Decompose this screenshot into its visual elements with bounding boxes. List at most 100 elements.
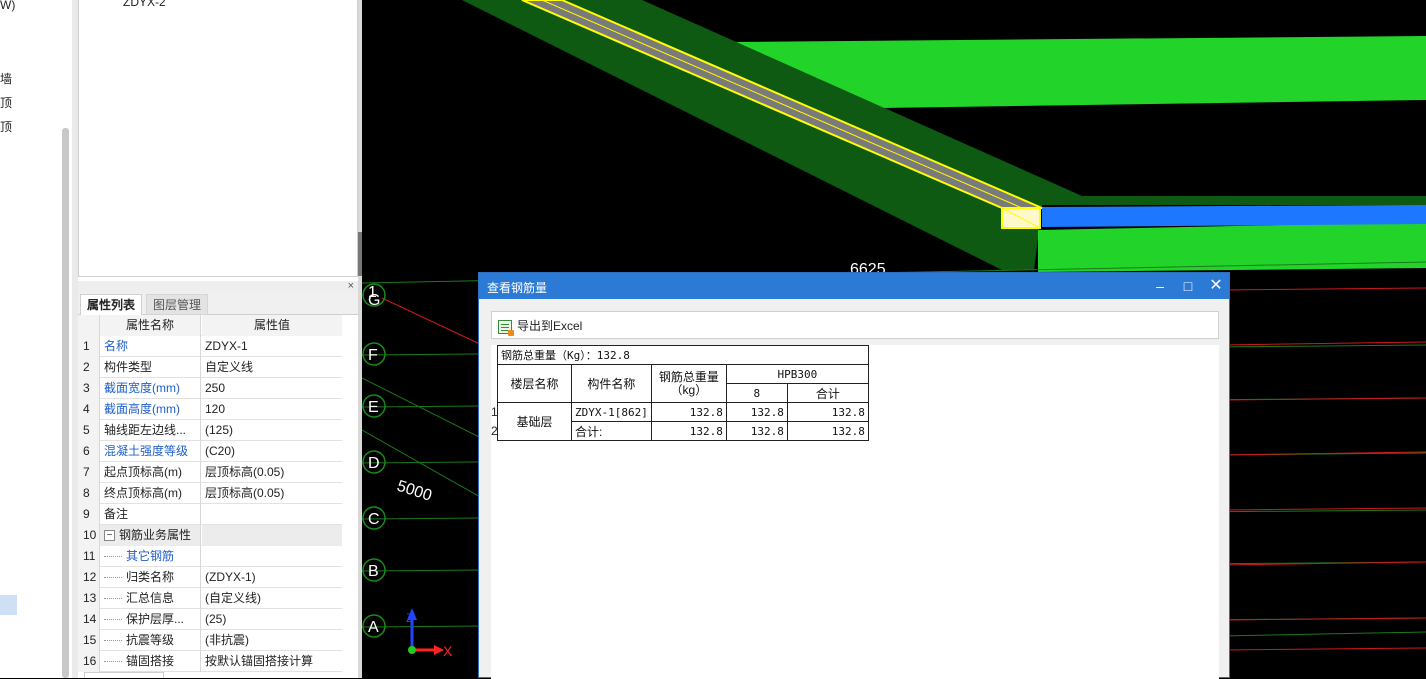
axis-marker-1[interactable]: 1 G	[362, 283, 386, 309]
nav-fragment[interactable]: 顶	[0, 94, 12, 111]
property-name-label: 保护层厚...	[126, 612, 185, 626]
nav-fragment[interactable]: 墙	[0, 70, 12, 87]
row-number: 15	[78, 630, 100, 651]
dialog-toolbar: 导出到Excel	[491, 311, 1219, 339]
nav-fragment[interactable]: 顶	[0, 118, 12, 135]
header-subtotal: 合计	[786, 383, 869, 403]
property-value[interactable]: 自定义线	[202, 357, 342, 378]
property-value[interactable]: (非抗震)	[202, 630, 342, 651]
svg-text:Z: Z	[406, 611, 413, 625]
row-number: 4	[78, 399, 100, 420]
tree-connector	[104, 661, 122, 663]
svg-text:G: G	[368, 292, 380, 309]
property-value[interactable]: (25)	[202, 609, 342, 630]
property-row[interactable]: 1 名称 ZDYX-1	[78, 336, 342, 357]
property-row[interactable]: 10− 钢筋业务属性	[78, 525, 342, 546]
property-row[interactable]: 12 归类名称 (ZDYX-1)	[78, 567, 342, 588]
excel-export-icon	[498, 319, 514, 336]
property-name: 混凝土强度等级	[100, 441, 201, 462]
property-name: 终点顶标高(m)	[100, 483, 201, 504]
row-number: 16	[78, 651, 100, 672]
property-name-label: 起点顶标高(m)	[104, 465, 182, 479]
property-row[interactable]: 4 截面高度(mm) 120	[78, 399, 342, 420]
property-value[interactable]: 120	[202, 399, 342, 420]
nav-fragment[interactable]: W)	[0, 0, 15, 12]
property-value[interactable]	[202, 525, 342, 546]
dialog-titlebar[interactable]: 查看钢筋量 – □ ✕	[479, 273, 1229, 299]
axis-marker-C[interactable]: C	[362, 506, 386, 530]
property-row[interactable]: 5 轴线距左边线... (125)	[78, 420, 342, 441]
rebar-report: 1 2 钢筋总重量（Kg）：132.8 楼层名称 构件名称 钢筋总重量（kg） …	[491, 345, 1219, 679]
property-name: 保护层厚...	[100, 609, 201, 630]
property-name: 轴线距左边线...	[100, 420, 201, 441]
properties-header-row: 属性名称 属性值	[78, 315, 342, 336]
blue-beam[interactable]	[1042, 205, 1426, 227]
property-value[interactable]: (C20)	[202, 441, 342, 462]
property-row[interactable]: 9 备注	[78, 504, 342, 525]
d8-cell: 132.8	[725, 402, 788, 422]
svg-text:D: D	[368, 455, 380, 472]
close-button[interactable]: ✕	[1205, 276, 1227, 296]
property-value[interactable]	[202, 504, 342, 525]
property-row[interactable]: 8 终点顶标高(m) 层顶标高(0.05)	[78, 483, 342, 504]
property-name-label: 归类名称	[126, 570, 175, 584]
rebar-table: 钢筋总重量（Kg）：132.8 楼层名称 构件名称 钢筋总重量（kg） HPB3…	[497, 345, 869, 441]
property-name: 构件类型	[100, 357, 201, 378]
svg-text:B: B	[368, 563, 379, 580]
maximize-button[interactable]: □	[1177, 276, 1199, 296]
collapse-icon[interactable]: −	[104, 530, 115, 542]
axis-marker-B[interactable]: B	[362, 558, 386, 582]
axis-marker-E[interactable]: E	[362, 394, 386, 418]
property-value[interactable]: ZDYX-1	[202, 336, 342, 357]
property-value[interactable]: 层顶标高(0.05)	[202, 462, 342, 483]
row-number-header	[78, 315, 100, 336]
property-row[interactable]: 13 汇总信息 (自定义线)	[78, 588, 342, 609]
property-name: 归类名称	[100, 567, 201, 588]
row-number: 3	[78, 378, 100, 399]
property-row[interactable]: 6 混凝土强度等级 (C20)	[78, 441, 342, 462]
dialog-title: 查看钢筋量	[487, 281, 548, 295]
close-icon[interactable]: ×	[348, 280, 354, 292]
tree-connector	[104, 577, 122, 579]
header-grade: HPB300	[725, 364, 869, 384]
property-value[interactable]: 按默认锚固搭接计算	[202, 651, 342, 672]
floor-cell: 基础层	[497, 402, 572, 441]
property-row[interactable]: 16 锚固搭接 按默认锚固搭接计算	[78, 651, 342, 672]
property-value[interactable]: 250	[202, 378, 342, 399]
tab-layer-management[interactable]: 图层管理	[146, 294, 209, 315]
property-value[interactable]: (125)	[202, 420, 342, 441]
axis-marker-F[interactable]: F	[362, 342, 386, 366]
red-axis-line	[1221, 341, 1426, 346]
export-excel-label: 导出到Excel	[517, 319, 583, 333]
property-value[interactable]: (自定义线)	[202, 588, 342, 609]
row-number: 13	[78, 588, 100, 609]
export-excel-button[interactable]: 导出到Excel	[498, 316, 582, 336]
property-row[interactable]: 14 保护层厚... (25)	[78, 609, 342, 630]
property-row[interactable]: 3 截面宽度(mm) 250	[78, 378, 342, 399]
weight-cell: 132.8	[650, 402, 727, 422]
property-value[interactable]	[202, 546, 342, 567]
property-name: 截面宽度(mm)	[100, 378, 201, 399]
row-number: 10	[78, 525, 100, 546]
weight-cell: 132.8	[650, 421, 727, 441]
property-row[interactable]: 11 其它钢筋	[78, 546, 342, 567]
svg-text:A: A	[368, 619, 379, 636]
property-row[interactable]: 7 起点顶标高(m) 层顶标高(0.05)	[78, 462, 342, 483]
property-row[interactable]: 2 构件类型 自定义线	[78, 357, 342, 378]
property-value[interactable]: (ZDYX-1)	[202, 567, 342, 588]
axis-marker-A[interactable]: A	[362, 614, 386, 638]
minimize-button[interactable]: –	[1149, 276, 1171, 296]
property-name: 其它钢筋	[100, 546, 201, 567]
header-component: 构件名称	[571, 364, 652, 403]
axis-marker-D[interactable]: D	[362, 450, 386, 474]
tab-property-list[interactable]: 属性列表	[80, 294, 143, 315]
green-beam-lower[interactable]	[1038, 222, 1426, 272]
red-axis-line	[381, 297, 483, 346]
tree-item[interactable]: ZDYX-2	[123, 0, 166, 9]
nav-scrollbar[interactable]	[62, 128, 69, 678]
property-row[interactable]: 15 抗震等级 (非抗震)	[78, 630, 342, 651]
axis-gizmo-icon: Z X	[406, 608, 453, 659]
property-value[interactable]: 层顶标高(0.05)	[202, 483, 342, 504]
bottom-tab[interactable]	[84, 672, 164, 678]
nav-selected-item[interactable]	[0, 595, 17, 615]
